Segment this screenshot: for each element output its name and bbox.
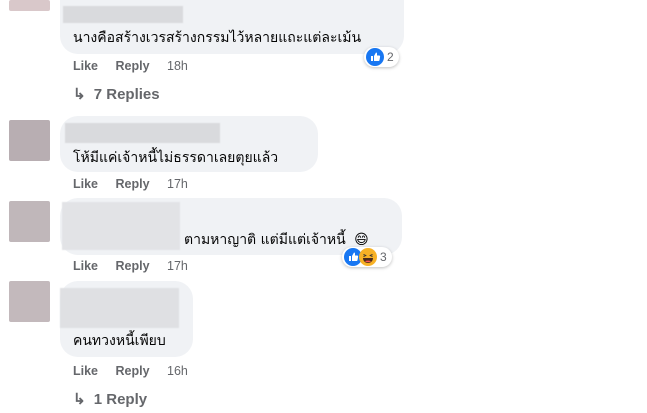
reply-button[interactable]: Reply <box>116 364 150 378</box>
like-button[interactable]: Like <box>73 259 98 273</box>
like-button[interactable]: Like <box>73 177 98 191</box>
avatar[interactable] <box>9 0 50 11</box>
reply-button[interactable]: Reply <box>116 259 150 273</box>
comment-actions: Like Reply 18h <box>73 59 188 73</box>
like-button[interactable]: Like <box>73 59 98 73</box>
like-button[interactable]: Like <box>73 364 98 378</box>
comment-actions: Like Reply 16h <box>73 364 188 378</box>
comment-bubble: นางคือสร้างเวรสร้างกรรมไว้หลายแถะแต่ละเม… <box>60 0 404 54</box>
timestamp[interactable]: 17h <box>167 177 188 191</box>
comment-bubble: คนทวงหนี้เพียบ <box>60 281 193 357</box>
reaction-summary[interactable]: 2 <box>364 47 399 67</box>
haha-icon <box>359 248 377 266</box>
commenter-name-blurred[interactable] <box>62 202 180 250</box>
reaction-count: 3 <box>380 250 387 264</box>
comment-actions: Like Reply 17h <box>73 177 188 191</box>
view-replies-link[interactable]: ↳ 7 Replies <box>73 85 160 103</box>
comment-text: ตามหาญาติ แต่มีแต่เจ้าหนี้ 😄 <box>184 232 369 248</box>
reply-button[interactable]: Reply <box>116 59 150 73</box>
comment-bubble: โห้มีแค่เจ้าหนี้ไม่ธรรดาเลยตุยแล้ว <box>60 116 318 172</box>
reaction-summary[interactable]: 3 <box>342 247 392 267</box>
reply-arrow-icon: ↳ <box>73 391 86 408</box>
avatar[interactable] <box>9 201 50 242</box>
comment-text: คนทวงหนี้เพียบ <box>73 333 166 349</box>
reaction-count: 2 <box>387 50 394 64</box>
avatar[interactable] <box>9 120 50 161</box>
avatar[interactable] <box>9 281 50 322</box>
comment-text: โห้มีแค่เจ้าหนี้ไม่ธรรดาเลยตุยแล้ว <box>73 150 279 166</box>
commenter-name-blurred[interactable] <box>63 6 183 23</box>
comment-actions: Like Reply 17h <box>73 259 188 273</box>
commenter-name-blurred[interactable] <box>65 123 220 143</box>
timestamp[interactable]: 17h <box>167 259 188 273</box>
reply-button[interactable]: Reply <box>116 177 150 191</box>
grinning-face-emoji-icon: 😄 <box>354 232 369 248</box>
view-replies-link[interactable]: ↳ 1 Reply <box>73 390 147 408</box>
like-icon <box>366 48 384 66</box>
timestamp[interactable]: 16h <box>167 364 188 378</box>
timestamp[interactable]: 18h <box>167 59 188 73</box>
reply-arrow-icon: ↳ <box>73 86 86 103</box>
comment-text: นางคือสร้างเวรสร้างกรรมไว้หลายแถะแต่ละเม… <box>73 30 362 46</box>
commenter-name-blurred[interactable] <box>60 288 179 328</box>
